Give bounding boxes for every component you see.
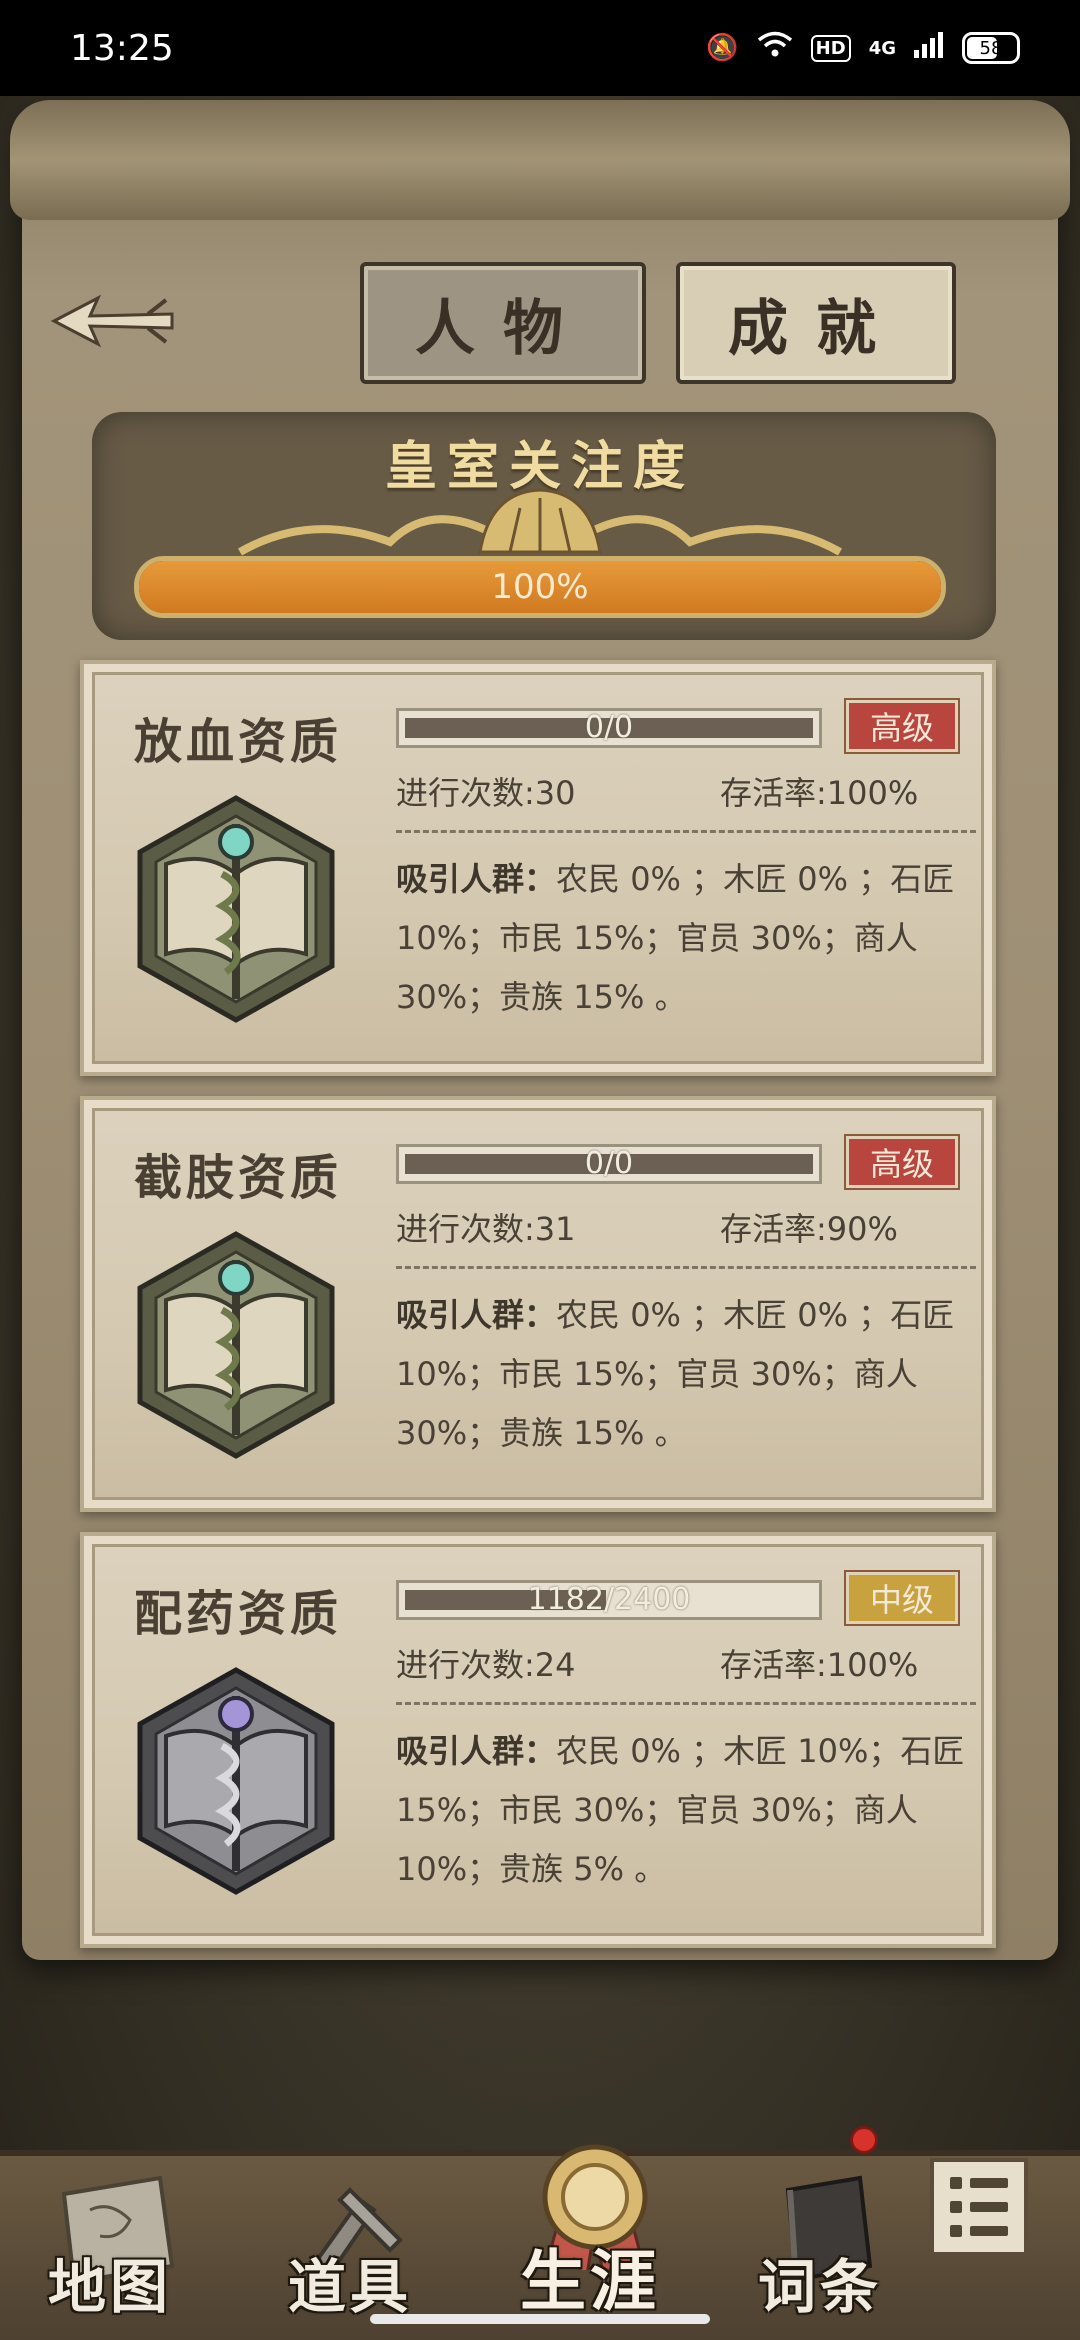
- skill-progress-bar: 0/0: [396, 708, 822, 748]
- skill-progress-value: 1182/2400: [527, 1582, 691, 1617]
- attempt-count: 进行次数:31: [396, 1210, 576, 1248]
- wifi-icon: [757, 31, 793, 66]
- nav-item-map[interactable]: 地图: [10, 2175, 210, 2340]
- nav-label: 地图: [47, 2253, 172, 2321]
- survival-rate: 存活率:100%: [720, 774, 919, 812]
- mute-bell-icon: 🔕: [706, 33, 739, 63]
- divider: [396, 1266, 976, 1269]
- caduceus-book-emblem-icon: [137, 1231, 335, 1459]
- divider: [396, 1702, 976, 1705]
- gesture-bar[interactable]: [370, 2314, 710, 2324]
- attract-groups: 吸引人群：农民 0% ；木匠 0% ；石匠 10%；市民 15%；官员 30%；…: [396, 850, 986, 1027]
- attempt-count: 进行次数:24: [396, 1646, 576, 1684]
- royal-attention-bar: 100%: [134, 556, 946, 618]
- attract-groups: 吸引人群：农民 0% ；木匠 0% ；石匠 10%；市民 15%；官员 30%；…: [396, 1286, 986, 1463]
- hd-icon: HD: [810, 34, 851, 62]
- skill-progress-bar: 0/0: [396, 1144, 822, 1184]
- caduceus-silver-emblem-icon: [137, 1667, 335, 1895]
- status-time: 13:25: [70, 27, 174, 69]
- menu-button[interactable]: [930, 2158, 1028, 2256]
- nav-item-entries[interactable]: 词条: [720, 2175, 920, 2340]
- nav-label: 生涯: [520, 2243, 660, 2320]
- skill-title: 放血资质: [134, 714, 343, 770]
- tab-achievements[interactable]: 成就: [676, 262, 956, 384]
- skill-title: 配药资质: [134, 1586, 343, 1642]
- survival-rate: 存活率:90%: [720, 1210, 898, 1248]
- level-badge: 高级: [846, 700, 958, 752]
- survival-rate: 存活率:100%: [720, 1646, 919, 1684]
- skill-progress-value: 0/0: [584, 710, 634, 745]
- status-icons: 🔕 HD 4G 58: [706, 31, 1020, 66]
- arrow-left-icon: [50, 294, 174, 348]
- royal-attention-value: 100%: [491, 567, 589, 607]
- attempt-count: 进行次数:30: [396, 774, 576, 812]
- signal-icon: [914, 31, 944, 65]
- attract-label: 吸引人群：: [396, 1732, 557, 1770]
- skill-card-amputation: 截肢资质 0/0 高级 进行次数:31 存活率:90% 吸引人群：农民 0% ；…: [80, 1096, 996, 1512]
- level-badge: 高级: [846, 1136, 958, 1188]
- skill-progress-value: 0/0: [584, 1146, 634, 1181]
- attract-label: 吸引人群：: [396, 1296, 557, 1334]
- caduceus-book-emblem-icon: [137, 795, 335, 1023]
- nav-label: 词条: [757, 2253, 882, 2321]
- skill-card-pharmacy: 配药资质 1182/2400 中级 进行次数:24 存活率:100% 吸引人群：…: [80, 1532, 996, 1948]
- ornament-icon: [238, 488, 842, 556]
- level-badge: 中级: [846, 1572, 958, 1624]
- back-button[interactable]: [48, 286, 178, 366]
- skill-card-bloodletting: 放血资质 0/0 高级 进行次数:30 存活率:100% 吸引人群：农民 0% …: [80, 660, 996, 1076]
- divider: [396, 830, 976, 833]
- list-menu-icon: [950, 2177, 1008, 2189]
- status-bar: 13:25 🔕 HD 4G 58: [0, 0, 1080, 96]
- network-type: 4G: [868, 37, 896, 59]
- scroll-roll: [10, 100, 1070, 220]
- attract-label: 吸引人群：: [396, 860, 557, 898]
- battery-level: 58: [979, 37, 1003, 59]
- skill-progress-bar: 1182/2400: [396, 1580, 822, 1620]
- nav-label: 道具: [287, 2253, 412, 2321]
- notification-dot: [850, 2126, 878, 2154]
- attract-groups: 吸引人群：农民 0% ；木匠 10%；石匠 15%；市民 30%；官员 30%；…: [396, 1722, 986, 1899]
- tab-people[interactable]: 人物: [360, 262, 646, 384]
- skill-title: 截肢资质: [134, 1150, 343, 1206]
- battery-icon: 58: [962, 32, 1020, 64]
